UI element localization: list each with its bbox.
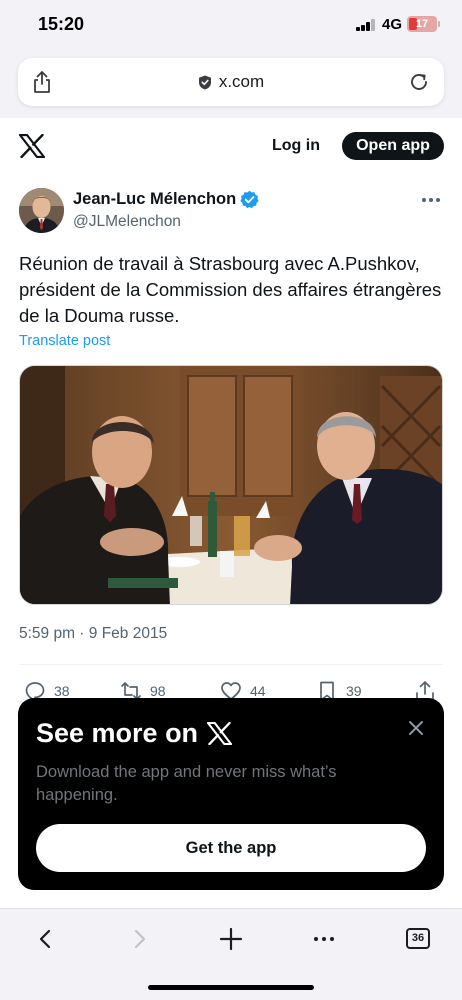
- like-count: 44: [250, 683, 266, 699]
- reply-count: 38: [54, 683, 70, 699]
- shield-icon: [198, 75, 211, 89]
- site-header: Log in Open app: [0, 118, 462, 174]
- more-options-icon[interactable]: [420, 196, 442, 204]
- url-display[interactable]: x.com: [18, 58, 444, 106]
- more-icon[interactable]: [310, 927, 338, 951]
- status-time: 15:20: [38, 14, 85, 34]
- open-app-button[interactable]: Open app: [342, 132, 444, 160]
- tweet-photo[interactable]: [19, 365, 443, 605]
- login-button[interactable]: Log in: [263, 131, 329, 161]
- reload-icon[interactable]: [408, 71, 430, 93]
- get-app-button[interactable]: Get the app: [36, 824, 426, 872]
- translate-post-link[interactable]: Translate post: [19, 333, 110, 349]
- x-logo-icon: [207, 722, 233, 745]
- forward-icon[interactable]: [125, 927, 153, 951]
- sheet-subtitle: Download the app and never miss what’s h…: [36, 763, 337, 804]
- browser-top-bar: x.com: [0, 50, 462, 118]
- url-text: x.com: [218, 72, 265, 91]
- tweet-text: Réunion de travail à Strasbourg avec A.P…: [19, 253, 442, 326]
- battery-cap: [438, 21, 440, 27]
- app-promo-sheet: See more on Download the app and never m…: [18, 698, 444, 890]
- display-name-row[interactable]: Jean-Luc Mélenchon: [73, 190, 259, 209]
- x-logo-icon[interactable]: [19, 134, 45, 158]
- divider: [19, 664, 443, 665]
- verified-badge-icon: [240, 190, 259, 209]
- repost-count: 98: [150, 683, 166, 699]
- status-bar: 15:20 4G 17: [0, 0, 462, 50]
- tweet-author: Jean-Luc Mélenchon @JLMelenchon: [0, 180, 462, 244]
- display-name[interactable]: Jean-Luc Mélenchon: [73, 190, 236, 209]
- sheet-title: See more on: [36, 718, 199, 748]
- battery-level: 17: [415, 18, 429, 30]
- network-label: 4G: [382, 16, 403, 33]
- close-icon[interactable]: [408, 720, 424, 736]
- handle[interactable]: @JLMelenchon: [73, 213, 181, 231]
- bookmark-count: 39: [346, 683, 362, 699]
- url-bar[interactable]: x.com: [18, 58, 444, 106]
- back-icon[interactable]: [32, 927, 60, 951]
- sheet-title-row: See more on: [36, 718, 233, 749]
- home-indicator: [148, 985, 314, 990]
- new-tab-icon[interactable]: [217, 927, 245, 951]
- tweet-timestamp[interactable]: 5:59 pm · 9 Feb 2015: [19, 625, 167, 643]
- battery-icon: 17: [407, 16, 437, 32]
- avatar[interactable]: [19, 188, 64, 233]
- signal-icon: [356, 19, 376, 31]
- tabs-icon[interactable]: 36: [406, 928, 430, 949]
